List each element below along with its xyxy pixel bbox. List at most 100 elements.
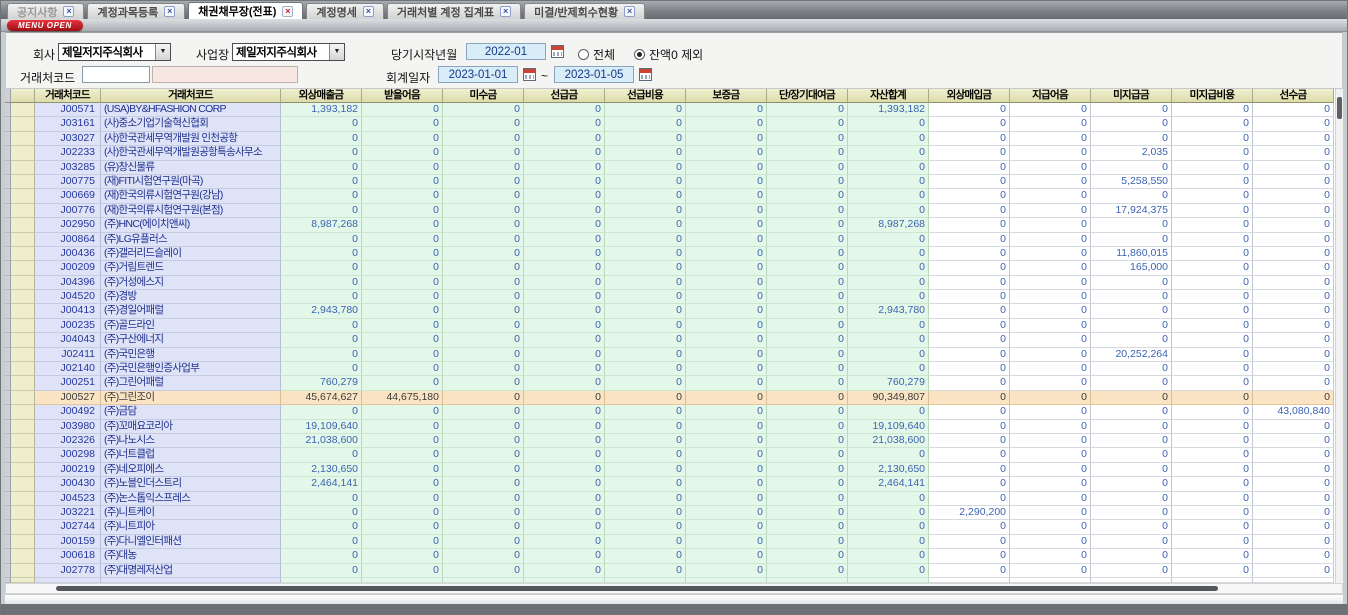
amount-cell[interactable]: 0: [362, 564, 443, 578]
amount-cell[interactable]: 0: [524, 218, 605, 232]
amount-cell[interactable]: 0: [686, 319, 767, 333]
amount-cell[interactable]: 0: [767, 261, 848, 275]
amount-cell[interactable]: 0: [443, 477, 524, 491]
amount-cell[interactable]: 0: [362, 218, 443, 232]
amount-cell[interactable]: 0: [443, 463, 524, 477]
row-selector[interactable]: [11, 391, 35, 405]
amount-cell[interactable]: 0: [1253, 348, 1334, 362]
amount-cell[interactable]: 0: [848, 175, 929, 189]
amount-cell[interactable]: 0: [605, 405, 686, 419]
amount-cell[interactable]: 0: [281, 506, 362, 520]
amount-cell[interactable]: 0: [362, 434, 443, 448]
amount-cell[interactable]: 0: [929, 448, 1010, 462]
amount-cell[interactable]: 0: [1091, 218, 1172, 232]
amount-cell[interactable]: 0: [767, 276, 848, 290]
amount-cell[interactable]: 0: [281, 319, 362, 333]
vendor-name-cell[interactable]: (주)니트피아: [101, 520, 281, 534]
amount-cell[interactable]: 0: [281, 492, 362, 506]
grid-row[interactable]: J00571 (USA)BY&HFASHION CORP 1,393,18200…: [5, 103, 1335, 117]
amount-cell[interactable]: 0: [524, 290, 605, 304]
row-selector[interactable]: [11, 506, 35, 520]
amount-cell[interactable]: 0: [443, 103, 524, 117]
vendor-code-cell[interactable]: J00492: [35, 405, 101, 419]
vendor-code-cell[interactable]: J03285: [35, 161, 101, 175]
amount-cell[interactable]: 0: [929, 520, 1010, 534]
amount-cell[interactable]: 0: [1010, 520, 1091, 534]
amount-cell[interactable]: 0: [443, 218, 524, 232]
vendor-code-cell[interactable]: J00436: [35, 247, 101, 261]
amount-cell[interactable]: 0: [443, 146, 524, 160]
row-selector[interactable]: [11, 218, 35, 232]
amount-cell[interactable]: 0: [686, 535, 767, 549]
amount-cell[interactable]: 0: [524, 520, 605, 534]
amount-cell[interactable]: 0: [281, 117, 362, 131]
amount-cell[interactable]: 0: [1172, 304, 1253, 318]
amount-cell[interactable]: 0: [929, 549, 1010, 563]
column-header[interactable]: 받을어음: [362, 89, 443, 103]
grid-row[interactable]: J00298 (주)너트클럽 0000000000000: [5, 448, 1335, 462]
amount-cell[interactable]: 0: [686, 175, 767, 189]
amount-cell[interactable]: 0: [686, 103, 767, 117]
amount-cell[interactable]: 0: [686, 376, 767, 390]
amount-cell[interactable]: 0: [443, 549, 524, 563]
amount-cell[interactable]: 0: [443, 161, 524, 175]
amount-cell[interactable]: 0: [605, 376, 686, 390]
amount-cell[interactable]: 0: [281, 549, 362, 563]
amount-cell[interactable]: 0: [1253, 218, 1334, 232]
amount-cell[interactable]: 0: [1172, 348, 1253, 362]
vendor-name-cell[interactable]: (주)LG유플러스: [101, 233, 281, 247]
vendor-name-cell[interactable]: (주)국민은행인증사업부: [101, 362, 281, 376]
calendar-icon[interactable]: [639, 68, 652, 81]
vendor-name-cell[interactable]: (주)갤러리드슬레이: [101, 247, 281, 261]
amount-cell[interactable]: 0: [524, 319, 605, 333]
row-selector[interactable]: [11, 261, 35, 275]
amount-cell[interactable]: 0: [1172, 261, 1253, 275]
column-header[interactable]: 선급비용: [605, 89, 686, 103]
amount-cell[interactable]: 0: [848, 189, 929, 203]
amount-cell[interactable]: 0: [686, 420, 767, 434]
grid-row[interactable]: J02233 (사)한국관세무역개발원공항특송사무소 00000000002,0…: [5, 146, 1335, 160]
vendor-name-cell[interactable]: (주)니트케이: [101, 506, 281, 520]
row-selector[interactable]: [11, 520, 35, 534]
amount-cell[interactable]: 0: [362, 261, 443, 275]
amount-cell[interactable]: 0: [362, 405, 443, 419]
amount-cell[interactable]: 0: [443, 434, 524, 448]
row-selector[interactable]: [11, 463, 35, 477]
amount-cell[interactable]: 0: [281, 132, 362, 146]
amount-cell[interactable]: 0: [443, 189, 524, 203]
amount-cell[interactable]: 0: [1172, 506, 1253, 520]
amount-cell[interactable]: 0: [929, 434, 1010, 448]
amount-cell[interactable]: 2,035: [1091, 146, 1172, 160]
amount-cell[interactable]: 19,109,640: [281, 420, 362, 434]
vendor-name-cell[interactable]: (주)다니엘인터패션: [101, 535, 281, 549]
grid-row[interactable]: J03221 (주)니트케이 000000002,290,2000000: [5, 506, 1335, 520]
row-selector[interactable]: [11, 103, 35, 117]
amount-cell[interactable]: 0: [848, 261, 929, 275]
horizontal-scrollbar-thumb[interactable]: [56, 586, 1218, 591]
grid-row[interactable]: J04523 (주)논스톱익스프레스 0000000000000: [5, 492, 1335, 506]
amount-cell[interactable]: 0: [281, 290, 362, 304]
column-header[interactable]: 거래처코드: [101, 89, 281, 103]
row-selector[interactable]: [11, 233, 35, 247]
amount-cell[interactable]: 0: [605, 362, 686, 376]
amount-cell[interactable]: 0: [767, 420, 848, 434]
amount-cell[interactable]: 0: [848, 564, 929, 578]
amount-cell[interactable]: 0: [929, 535, 1010, 549]
row-selector[interactable]: [11, 564, 35, 578]
grid-row[interactable]: J00864 (주)LG유플러스 0000000000000: [5, 233, 1335, 247]
amount-cell[interactable]: 0: [362, 549, 443, 563]
amount-cell[interactable]: 0: [929, 117, 1010, 131]
column-header[interactable]: 자산합계: [848, 89, 929, 103]
amount-cell[interactable]: 0: [1010, 348, 1091, 362]
amount-cell[interactable]: 0: [929, 319, 1010, 333]
amount-cell[interactable]: 0: [686, 204, 767, 218]
amount-cell[interactable]: 0: [929, 376, 1010, 390]
amount-cell[interactable]: 0: [605, 304, 686, 318]
amount-cell[interactable]: 0: [524, 304, 605, 318]
amount-cell[interactable]: 0: [362, 290, 443, 304]
amount-cell[interactable]: 0: [1253, 520, 1334, 534]
amount-cell[interactable]: 0: [362, 103, 443, 117]
amount-cell[interactable]: 0: [686, 247, 767, 261]
amount-cell[interactable]: 0: [362, 535, 443, 549]
amount-cell[interactable]: 165,000: [1091, 261, 1172, 275]
